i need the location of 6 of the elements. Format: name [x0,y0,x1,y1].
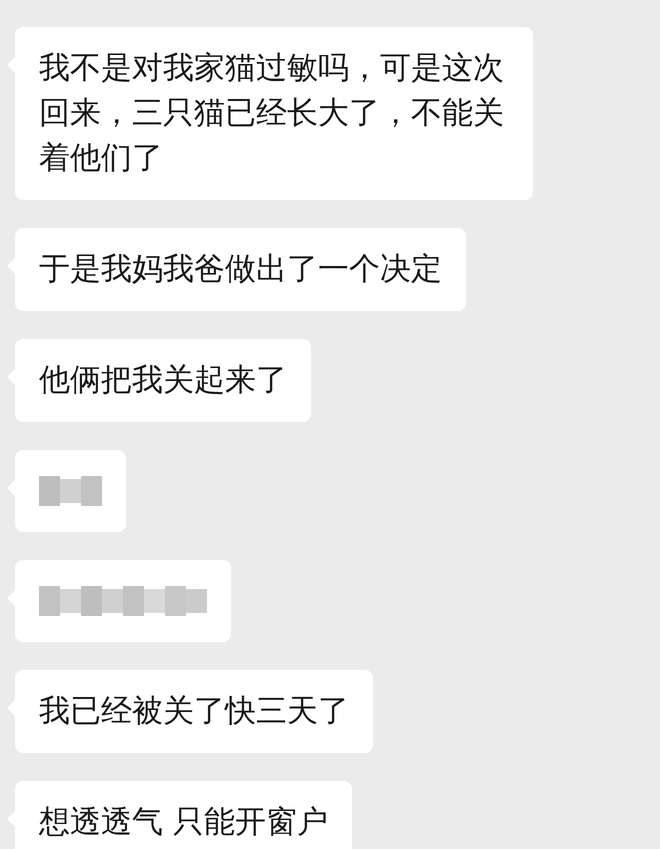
pixelated-text-drawing [39,476,102,506]
message-bubble: 于是我妈我爸做出了一个决定 [15,228,466,311]
message-bubble: 我不是对我家猫过敏吗，可是这次回来，三只猫已经长大了，不能关着他们了 [15,27,533,200]
message-bubble: 想透透气 只能开窗户 [15,781,352,849]
message-bubble: 我已经被关了快三天了 [15,670,373,753]
message-bubble: 他俩把我关起来了 [15,339,311,422]
